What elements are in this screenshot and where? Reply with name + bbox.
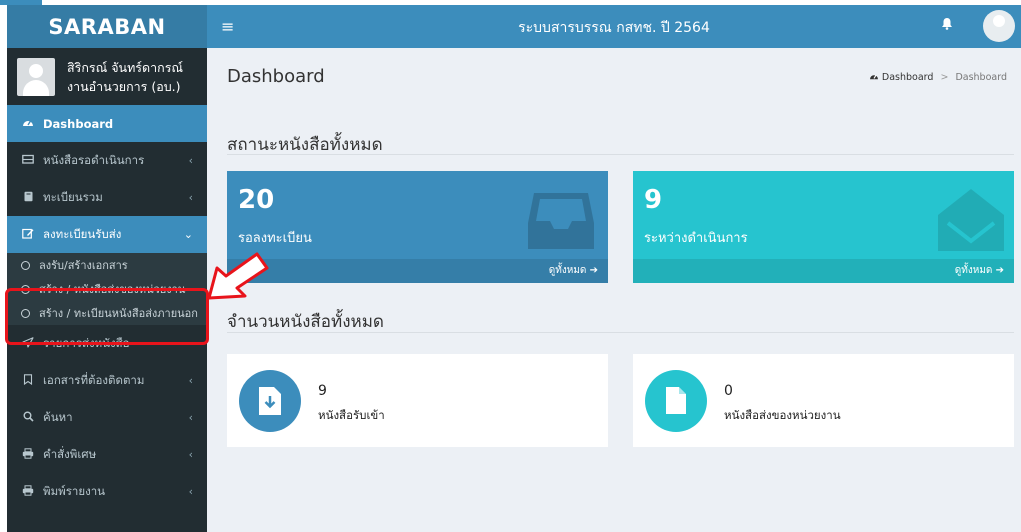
status-box-footer-link[interactable]: ดูทั้งหมด ➔ [227, 259, 608, 283]
brand-logo[interactable]: SARABAN [7, 5, 207, 48]
status-box-value: 9 [644, 185, 663, 215]
brand-text: SARABAN [48, 14, 166, 39]
sidebar-item-label: หนังสือรอดำเนินการ [43, 152, 145, 167]
info-box-value: 9 [318, 383, 327, 399]
chevron-down-icon: ⌄ [183, 228, 193, 241]
sidebar-item-label: คำสั่งพิเศษ [43, 446, 97, 461]
dashboard-icon [21, 117, 35, 130]
circle-icon [21, 260, 30, 270]
edit-icon [21, 228, 35, 242]
user-avatar-menu[interactable] [983, 10, 1015, 42]
section-divider [227, 154, 1014, 155]
annotation-arrow-icon [207, 252, 269, 300]
chevron-left-icon: ‹ [188, 154, 193, 167]
sidebar-item-label: ค้นหา [43, 409, 73, 424]
chevron-left-icon: ‹ [188, 374, 193, 387]
status-box-value: 20 [238, 185, 275, 215]
inbox-tray-icon [528, 193, 594, 249]
sidebar-item-register-inout[interactable]: ลงทะเบียนรับส่ง ⌄ [7, 216, 207, 253]
user-panel: สิริกรณ์ จันทร์ดากรณ์ งานอำนวยการ (อบ.) [7, 48, 207, 105]
inbox-icon [21, 154, 35, 167]
info-circle [239, 370, 301, 432]
file-download-icon [259, 387, 281, 415]
info-box-incoming: 9 หนังสือรับเข้า [227, 354, 608, 447]
sidebar-item-special-order[interactable]: คำสั่งพิเศษ ‹ [7, 436, 207, 473]
print-icon [21, 484, 35, 499]
status-box-in-progress: 9 ระหว่างดำเนินการ ดูทั้งหมด ➔ [633, 171, 1014, 283]
submenu-item-label: ลงรับ/สร้างเอกสาร [39, 259, 128, 272]
user-avatar [17, 57, 55, 96]
user-name: สิริกรณ์ จันทร์ดากรณ์ [67, 59, 184, 75]
print-icon [21, 447, 35, 462]
sidebar-item-pending[interactable]: หนังสือรอดำเนินการ ‹ [7, 142, 207, 179]
sidebar-item-register-all[interactable]: ทะเบียนรวม ‹ [7, 179, 207, 216]
section-divider [227, 332, 1014, 333]
sidebar-item-label: Dashboard [43, 116, 114, 131]
chevron-left-icon: ‹ [188, 485, 193, 498]
view-all-link[interactable]: ดูทั้งหมด [549, 265, 587, 276]
status-box-footer-link[interactable]: ดูทั้งหมด ➔ [633, 259, 1014, 283]
status-box-waiting: 20 รอลงทะเบียน ดูทั้งหมด ➔ [227, 171, 608, 283]
status-box-label: รอลงทะเบียน [238, 231, 312, 246]
sidebar-item-dashboard[interactable]: Dashboard [7, 105, 207, 142]
open-envelope-icon [938, 189, 1004, 251]
screen: { "app": { "brand": "SARABAN", "title": … [0, 0, 1021, 532]
dashboard-icon [869, 72, 882, 83]
main-content: Dashboard Dashboard > Dashboard สถานะหนั… [207, 48, 1021, 532]
chevron-left-icon: ‹ [188, 448, 193, 461]
sidebar-item-label: พิมพ์รายงาน [43, 483, 106, 498]
chevron-left-icon: ‹ [188, 411, 193, 424]
info-box-label: หนังสือส่งของหน่วยงาน [724, 408, 841, 422]
user-department: งานอำนวยการ (อบ.) [67, 78, 181, 94]
breadcrumb: Dashboard > Dashboard [869, 72, 1007, 83]
annotation-highlight-box [5, 288, 209, 345]
sidebar-item-print-report[interactable]: พิมพ์รายงาน ‹ [7, 473, 207, 510]
app-title: ระบบสารบรรณ กสทช. ปี 2564 [518, 20, 710, 36]
info-box-outgoing: 0 หนังสือส่งของหน่วยงาน [633, 354, 1014, 447]
status-box-label: ระหว่างดำเนินการ [644, 231, 748, 246]
sidebar-item-label: เอกสารที่ต้องติดตาม [43, 372, 145, 387]
bookmark-icon [21, 373, 35, 388]
breadcrumb-current: Dashboard [955, 72, 1007, 83]
search-icon [21, 411, 35, 425]
bell-icon[interactable] [941, 17, 953, 34]
sidebar-item-follow-up[interactable]: เอกสารที่ต้องติดตาม ‹ [7, 362, 207, 399]
page-title: Dashboard [227, 66, 325, 87]
chevron-left-icon: ‹ [188, 191, 193, 204]
file-icon [666, 387, 686, 414]
sidebar-item-search[interactable]: ค้นหา ‹ [7, 399, 207, 436]
sidebar-item-label: ทะเบียนรวม [43, 189, 103, 204]
arrow-right-icon: ➔ [995, 265, 1004, 276]
info-box-label: หนังสือรับเข้า [318, 408, 385, 422]
info-box-value: 0 [724, 383, 733, 399]
top-navbar: ≡ ระบบสารบรรณ กสทช. ปี 2564 [207, 5, 1021, 48]
breadcrumb-separator: > [940, 72, 949, 83]
view-all-link[interactable]: ดูทั้งหมด [955, 265, 993, 276]
sidebar-item-label: ลงทะเบียนรับส่ง [43, 226, 122, 241]
arrow-right-icon: ➔ [589, 265, 598, 276]
submenu-item-receive-create[interactable]: ลงรับ/สร้างเอกสาร [7, 253, 207, 277]
book-icon [21, 191, 35, 205]
sidebar: SARABAN สิริกรณ์ จันทร์ดากรณ์ งานอำนวยกา… [7, 5, 207, 532]
info-circle [645, 370, 707, 432]
section-title-count: จำนวนหนังสือทั้งหมด [227, 312, 384, 332]
breadcrumb-home[interactable]: Dashboard [882, 72, 934, 83]
